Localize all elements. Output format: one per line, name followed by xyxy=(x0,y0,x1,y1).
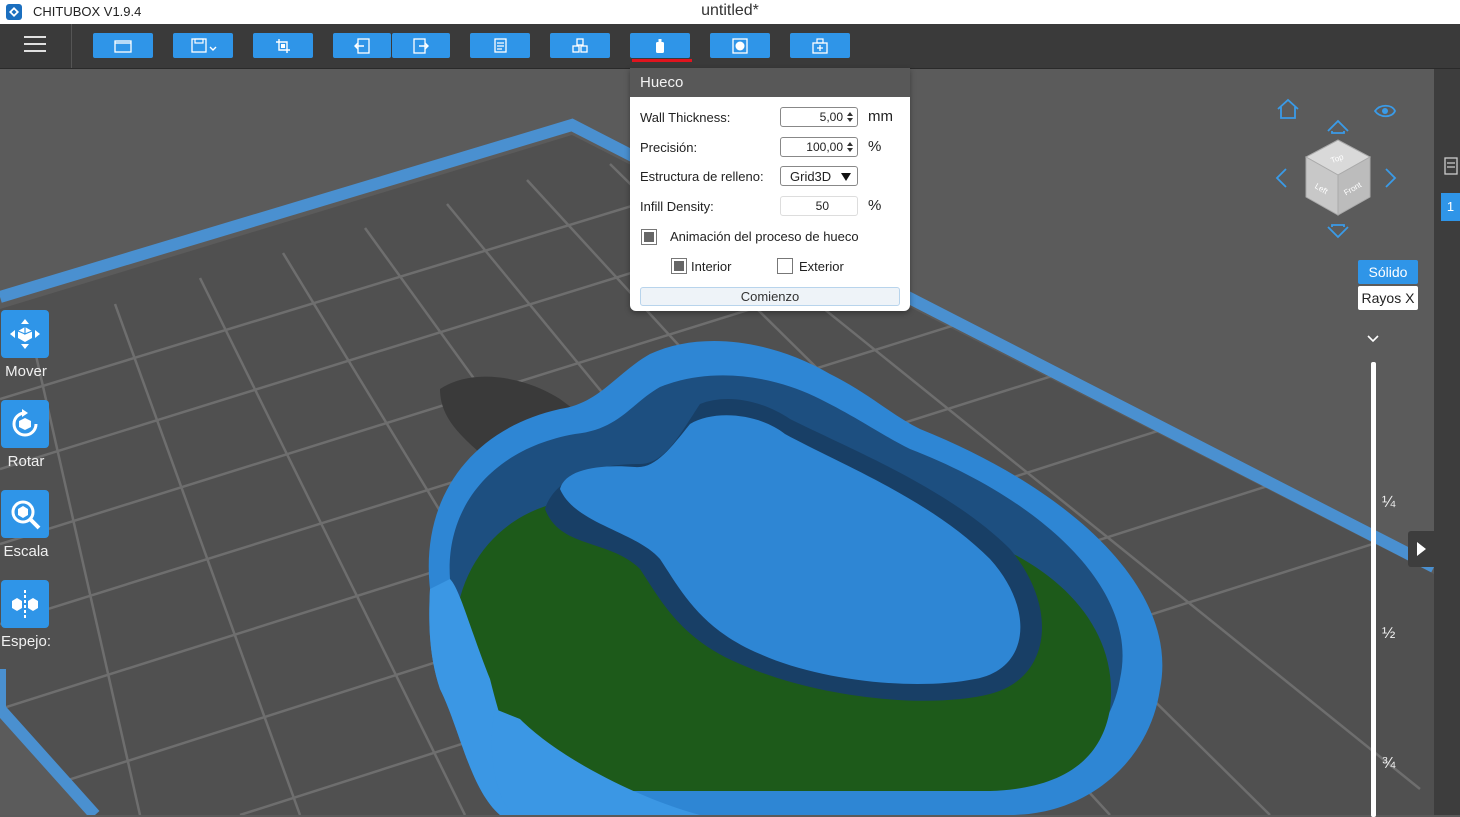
navigation-cube[interactable]: Top Left Front xyxy=(1304,139,1372,216)
screenshot-button[interactable] xyxy=(253,33,313,58)
view-down-arrow-icon[interactable] xyxy=(1327,224,1349,239)
view-up-arrow-icon[interactable] xyxy=(1327,119,1349,134)
wall-thickness-row: Wall Thickness: 5,00 mm xyxy=(640,107,902,129)
solid-mode-button[interactable]: Sólido xyxy=(1358,260,1418,284)
infill-density-label: Infill Density: xyxy=(640,199,714,214)
scale-tool-label: Escala xyxy=(3,543,49,560)
exterior-checkbox-label: Exterior xyxy=(799,259,844,274)
infill-structure-label: Estructura de relleno: xyxy=(640,169,764,184)
right-panel-strip: 1 xyxy=(1434,69,1460,815)
wall-thickness-unit: mm xyxy=(868,108,893,125)
interior-checkbox-label: Interior xyxy=(691,259,732,274)
crop-icon xyxy=(276,38,290,53)
main-toolbar xyxy=(0,24,1460,69)
spin-arrows-icon[interactable] xyxy=(846,109,854,125)
hollow-dialog: Hueco Wall Thickness: 5,00 mm Precisión:… xyxy=(630,68,910,311)
chevron-down-icon[interactable] xyxy=(1366,334,1380,344)
redo-icon xyxy=(413,37,429,54)
rotate-tool[interactable]: Rotar xyxy=(0,400,52,470)
mirror-tool[interactable]: Espejo: xyxy=(0,580,52,650)
right-panel-tab[interactable]: 1 xyxy=(1441,193,1460,221)
slider-fraction-three-quarters: ¾ xyxy=(1382,755,1396,772)
add-box-icon xyxy=(812,37,828,54)
infill-structure-row: Estructura de relleno: Grid3D xyxy=(640,166,902,188)
supports-button[interactable] xyxy=(550,33,610,58)
move-tool[interactable]: Mover xyxy=(0,310,52,380)
wall-thickness-value: 5,00 xyxy=(819,110,843,124)
hollow-button[interactable] xyxy=(630,33,690,58)
dig-hole-button[interactable] xyxy=(710,33,770,58)
infill-density-input[interactable]: 50 xyxy=(780,196,858,216)
wall-thickness-label: Wall Thickness: xyxy=(640,110,731,125)
hole-icon xyxy=(732,37,748,54)
undo-icon xyxy=(354,37,370,54)
infill-density-unit: % xyxy=(868,197,882,214)
annotation-underline-hollow xyxy=(632,59,692,62)
eye-icon[interactable] xyxy=(1373,104,1396,118)
spin-arrows-icon[interactable] xyxy=(846,139,854,155)
precision-spinbox[interactable]: 100,00 xyxy=(780,137,858,157)
start-hollow-button[interactable]: Comienzo xyxy=(640,287,900,306)
wall-thickness-spinbox[interactable]: 5,00 xyxy=(780,107,858,127)
toolbar-divider xyxy=(71,24,72,68)
undo-button[interactable] xyxy=(333,33,391,58)
scale-tool[interactable]: Escala xyxy=(0,490,52,560)
scale-icon xyxy=(11,500,41,530)
hamburger-menu-icon[interactable] xyxy=(24,36,46,54)
xray-mode-button[interactable]: Rayos X xyxy=(1358,286,1418,310)
infill-density-value: 50 xyxy=(815,199,829,213)
animation-checkbox-label: Animación del proceso de hueco xyxy=(670,229,859,244)
precision-value: 100,00 xyxy=(806,140,843,154)
hollow-icon xyxy=(656,38,664,53)
document-title: untitled* xyxy=(701,2,759,19)
redo-button[interactable] xyxy=(392,33,450,58)
precision-label: Precisión: xyxy=(640,140,698,155)
open-file-button[interactable] xyxy=(93,33,153,58)
exterior-checkbox[interactable] xyxy=(777,258,793,274)
precision-unit: % xyxy=(868,138,882,155)
view-left-arrow-icon[interactable] xyxy=(1275,168,1287,188)
mirror-tool-label: Espejo: xyxy=(0,633,52,650)
rotate-icon xyxy=(12,409,38,437)
cubes-icon xyxy=(572,37,588,53)
layers-panel-icon[interactable] xyxy=(1444,157,1458,175)
interior-checkbox[interactable] xyxy=(671,258,687,274)
view-cube[interactable]: Top Left Front xyxy=(1270,95,1420,245)
add-box-button[interactable] xyxy=(790,33,850,58)
slider-fraction-quarter: ¼ xyxy=(1382,494,1396,511)
document-icon xyxy=(494,37,507,53)
mirror-icon xyxy=(12,590,38,618)
rotate-tool-label: Rotar xyxy=(7,453,45,470)
layer-slider-track[interactable] xyxy=(1371,362,1376,817)
animation-checkbox[interactable] xyxy=(641,229,657,245)
title-bar: CHITUBOX V1.9.4 untitled* xyxy=(0,0,1460,24)
save-icon xyxy=(191,37,217,53)
slider-fraction-half: ½ xyxy=(1382,625,1396,642)
folder-icon xyxy=(114,39,132,53)
layout-button[interactable] xyxy=(470,33,530,58)
view-right-arrow-icon[interactable] xyxy=(1385,168,1397,188)
move-tool-label: Mover xyxy=(5,363,47,380)
precision-row: Precisión: 100,00 % xyxy=(640,137,902,159)
infill-structure-value: Grid3D xyxy=(790,169,832,184)
save-button[interactable] xyxy=(173,33,233,58)
dropdown-arrow-icon xyxy=(841,173,851,181)
home-view-icon[interactable] xyxy=(1277,98,1299,119)
move-icon xyxy=(10,319,40,349)
infill-density-row: Infill Density: 50 % xyxy=(640,196,902,218)
layer-slider[interactable]: ¼ ½ ¾ xyxy=(1352,330,1412,817)
hollow-dialog-title: Hueco xyxy=(630,68,910,97)
infill-structure-dropdown[interactable]: Grid3D xyxy=(780,166,858,186)
